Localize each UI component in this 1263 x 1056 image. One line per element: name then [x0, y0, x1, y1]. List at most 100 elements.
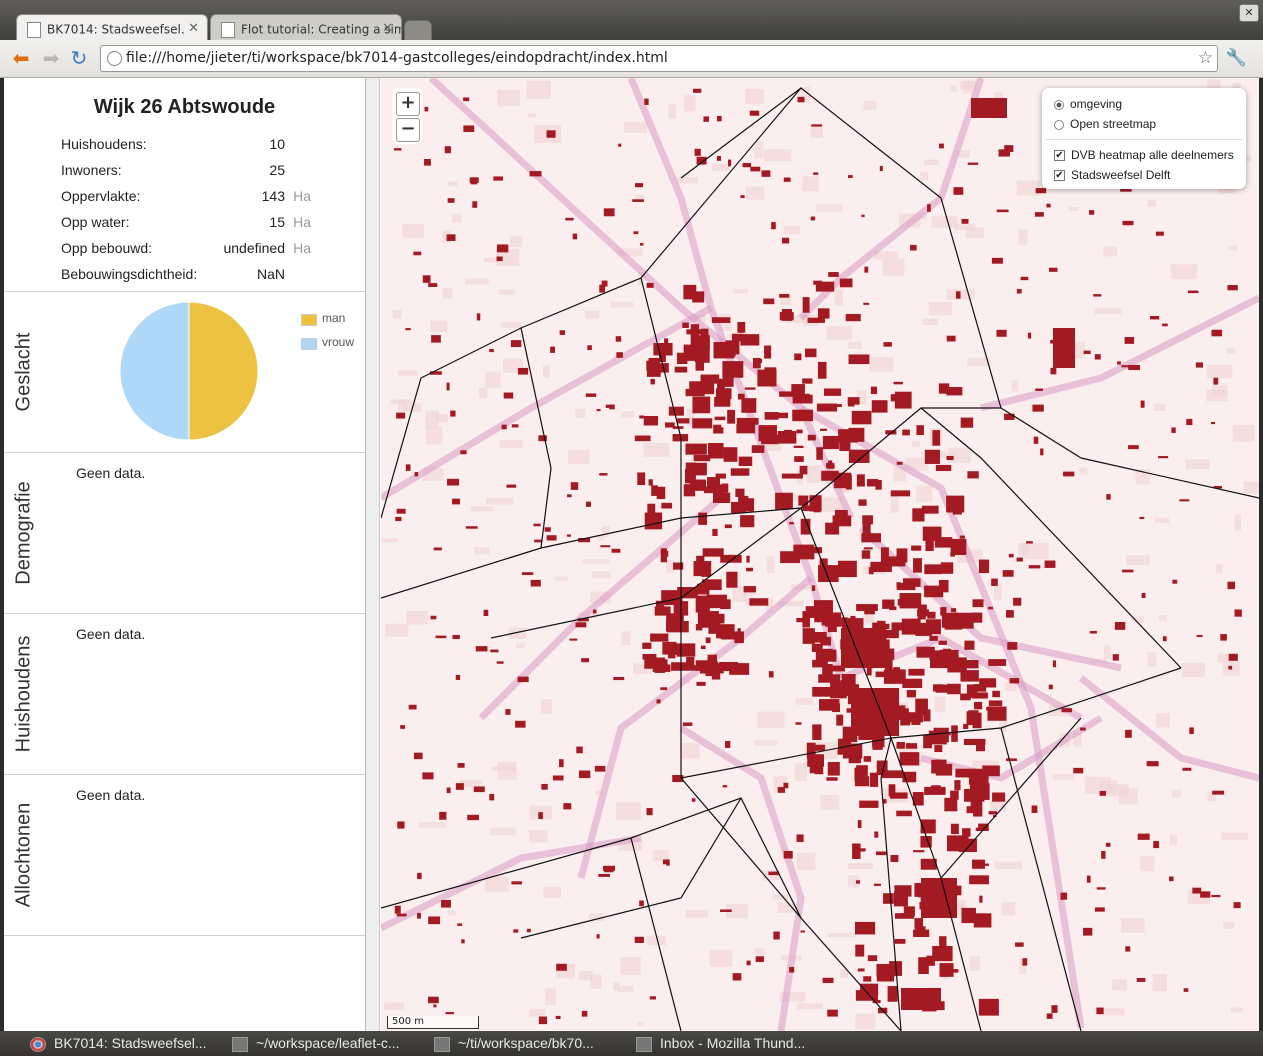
taskbar-item-thunderbird[interactable]: Inbox - Mozilla Thund...: [636, 1033, 836, 1054]
background-building: [1154, 517, 1169, 523]
window-close-icon[interactable]: ✕: [1239, 4, 1259, 22]
bookmark-star-icon[interactable]: ☆: [1198, 46, 1213, 71]
tab-close-icon[interactable]: ✕: [382, 15, 393, 43]
background-building: [385, 623, 409, 637]
background-building: [1170, 264, 1198, 280]
building: [716, 155, 721, 161]
reload-icon[interactable]: ↻: [68, 47, 90, 69]
building: [802, 628, 815, 644]
background-building: [1226, 347, 1236, 355]
background-building: [711, 163, 730, 171]
building: [722, 361, 744, 378]
building: [755, 956, 764, 963]
tab-close-icon[interactable]: ✕: [188, 15, 199, 43]
wrench-icon[interactable]: 🔧: [1226, 48, 1247, 68]
building: [1094, 907, 1105, 912]
building: [814, 757, 824, 775]
building: [1128, 364, 1141, 371]
building: [503, 392, 514, 399]
building: [450, 410, 456, 417]
page-info-icon[interactable]: [107, 51, 122, 66]
building: [424, 106, 429, 112]
building: [1035, 188, 1047, 194]
building: [447, 478, 460, 486]
building: [1106, 494, 1111, 500]
background-building: [916, 485, 933, 502]
background-building: [1206, 389, 1228, 402]
building: [855, 990, 875, 1001]
checkbox[interactable]: ✔: [1054, 150, 1065, 162]
background-building: [543, 365, 550, 378]
tab-bk7014[interactable]: BK7014: Stadsweefsel. ✕: [16, 14, 208, 43]
tab-title: BK7014: Stadsweefsel.: [47, 22, 185, 37]
building: [1220, 634, 1227, 641]
building: [988, 811, 998, 815]
building: [775, 492, 793, 510]
background-building: [1152, 973, 1167, 992]
radio-button[interactable]: [1054, 119, 1064, 130]
taskbar-item-browser[interactable]: BK7014: Stadsweefsel...: [30, 1033, 225, 1054]
building: [906, 689, 917, 698]
layer-open-streetmap[interactable]: Open streetmap: [1054, 115, 1156, 133]
map-canvas[interactable]: [381, 78, 1259, 1031]
building: [907, 718, 913, 723]
building: [694, 148, 701, 156]
zoom-in-button[interactable]: +: [396, 92, 420, 116]
building: [1063, 471, 1075, 477]
building: [802, 378, 813, 384]
background-building: [848, 341, 862, 349]
background-building: [497, 762, 517, 780]
building: [521, 572, 534, 575]
taskbar-item-terminal-2[interactable]: ~/ti/workspace/bk70...: [434, 1033, 629, 1054]
building: [946, 455, 954, 461]
building: [405, 328, 411, 331]
back-arrow-icon[interactable]: ⬅: [10, 47, 32, 69]
forward-arrow-icon[interactable]: ➡: [40, 47, 62, 69]
building: [1195, 362, 1204, 368]
building: [505, 709, 511, 715]
building: [1061, 708, 1073, 713]
building: [969, 875, 989, 885]
map-view[interactable]: + − omgeving Open streetmap ✔ DVB heatmap…: [381, 78, 1259, 1031]
building: [705, 637, 711, 644]
building: [811, 124, 823, 127]
building: [955, 291, 961, 299]
building: [816, 403, 838, 412]
tab-flot-tutorial[interactable]: Flot tutorial: Creating a sim ✕: [210, 14, 402, 43]
building: [1158, 456, 1169, 459]
building: [724, 524, 732, 529]
new-tab-button[interactable]: [404, 20, 432, 41]
building: [964, 640, 975, 650]
building: [872, 743, 883, 750]
layer-label: DVB heatmap alle deelnemers: [1071, 148, 1234, 162]
building: [732, 973, 742, 981]
building: [634, 435, 651, 442]
sidebar-resize-handle[interactable]: [366, 78, 380, 1031]
stat-unit: Ha: [293, 188, 311, 204]
layer-omgeving[interactable]: omgeving: [1054, 95, 1122, 113]
layer-stadsweefsel-delft[interactable]: ✔ Stadsweefsel Delft: [1054, 166, 1170, 184]
building: [819, 699, 840, 711]
building: [703, 486, 723, 494]
building: [1004, 413, 1015, 420]
building: [713, 424, 722, 428]
building: [714, 416, 726, 421]
background-building: [1172, 789, 1182, 798]
checkbox[interactable]: ✔: [1054, 170, 1065, 182]
building: [812, 724, 822, 741]
stats-table: Huishoudens: 10 Inwoners: 25 Oppervlakte…: [61, 136, 321, 292]
layer-dvb-heatmap[interactable]: ✔ DVB heatmap alle deelnemers: [1054, 146, 1234, 164]
background-building: [516, 643, 525, 649]
background-building: [755, 141, 764, 159]
browser-toolbar: ⬅ ➡ ↻ file:///home/jieter/ti/workspace/b…: [0, 40, 1263, 78]
background-building: [402, 223, 424, 238]
address-bar[interactable]: file:///home/jieter/ti/workspace/bk7014-…: [100, 45, 1218, 72]
building: [661, 590, 683, 606]
taskbar-item-terminal-1[interactable]: ~/workspace/leaflet-c...: [232, 1033, 427, 1054]
building: [501, 424, 507, 430]
building: [820, 428, 827, 431]
url-text[interactable]: file:///home/jieter/ti/workspace/bk7014-…: [126, 46, 668, 71]
building: [802, 297, 810, 313]
radio-button[interactable]: [1054, 99, 1064, 110]
zoom-out-button[interactable]: −: [396, 118, 420, 142]
